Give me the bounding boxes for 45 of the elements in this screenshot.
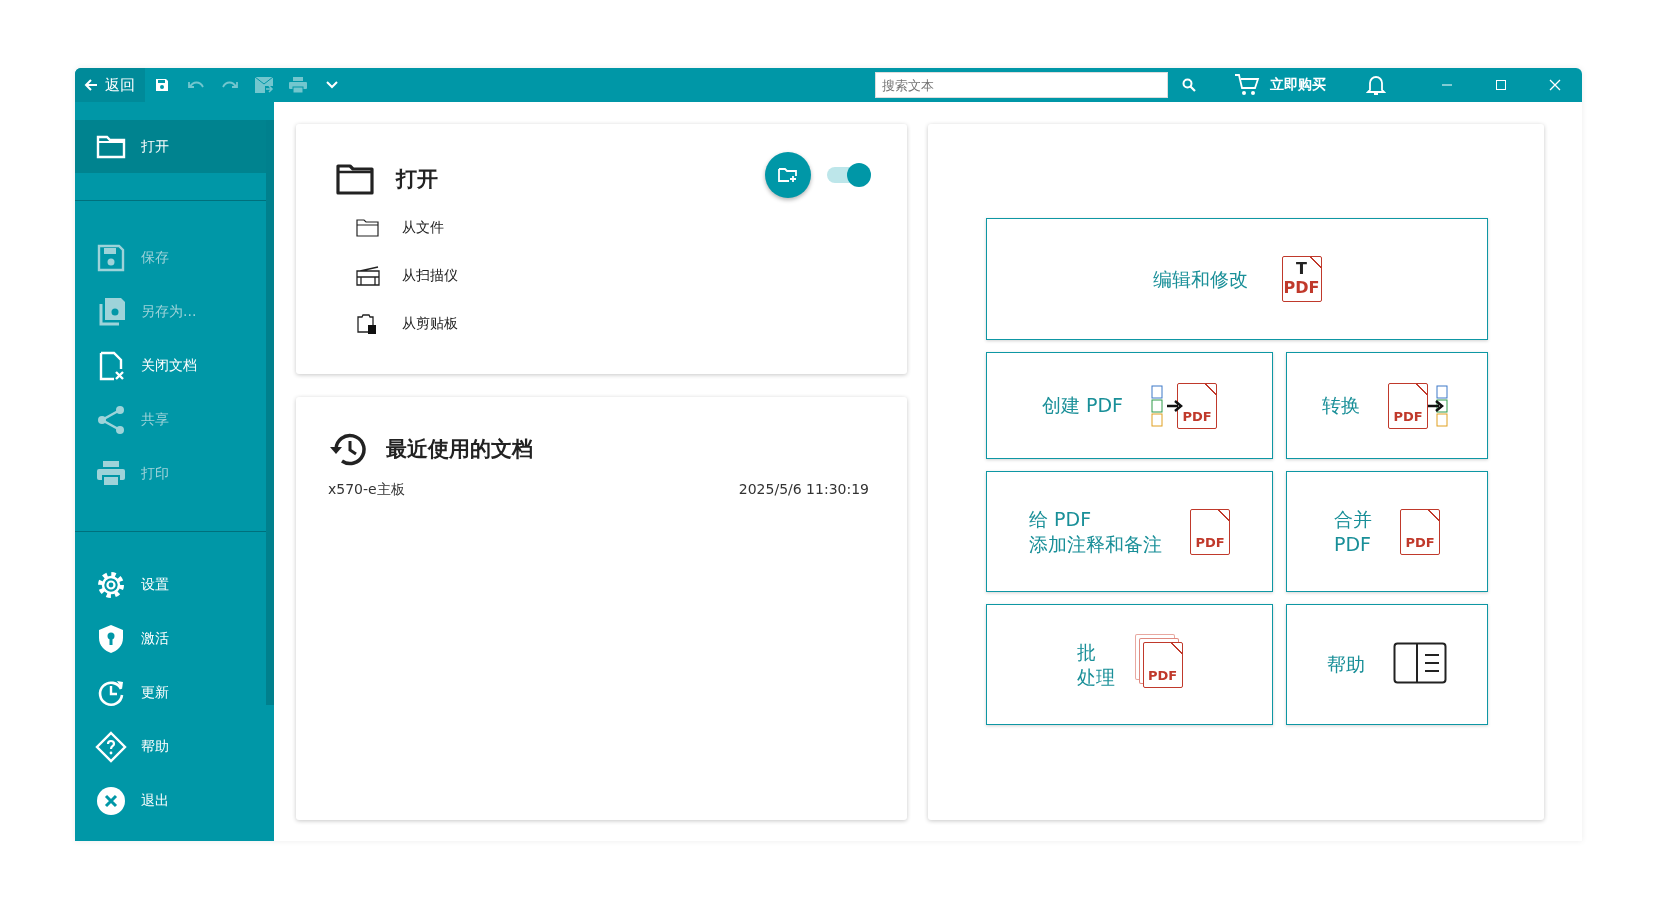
open-source-item[interactable]: 从剪贴板: [336, 300, 536, 348]
sidebar-item[interactable]: 激活: [75, 612, 266, 666]
pdf-file-icon: PDF: [1400, 508, 1440, 555]
open-source-item[interactable]: 从扫描仪: [336, 252, 536, 300]
sidebar-item[interactable]: 更新: [75, 666, 266, 720]
folder-plus-icon: [778, 167, 798, 183]
pdf-file-icon: T PDF: [1281, 256, 1322, 302]
sidebar-item[interactable]: 设置: [75, 558, 266, 612]
history-icon: [328, 431, 368, 467]
share-icon: [95, 404, 127, 436]
document-name[interactable]: x570-e主板: [328, 481, 405, 499]
cart-icon[interactable]: [1234, 73, 1260, 97]
pdf-file-icon: PDF: [1190, 508, 1230, 555]
folder-icon: [336, 163, 374, 195]
save-icon: [95, 242, 127, 274]
x-circle-icon: [95, 785, 127, 817]
sidebar-item[interactable]: 关闭文档: [75, 339, 266, 393]
sidebar-item[interactable]: 退出: [75, 774, 266, 828]
search-icon[interactable]: [1182, 78, 1196, 92]
panel-title: 最近使用的文档: [386, 436, 533, 463]
action-tile[interactable]: 编辑和修改 T PDF: [986, 218, 1488, 340]
open-source-item[interactable]: 从文件: [336, 204, 536, 252]
sidebar-item[interactable]: 帮助: [75, 720, 266, 774]
back-arrow-icon: [83, 77, 99, 93]
action-tile[interactable]: 创建 PDF PDF: [986, 352, 1273, 459]
action-tile[interactable]: 帮助: [1286, 604, 1488, 725]
document-date: 2025/5/6 11:30:19: [738, 481, 869, 499]
action-tile[interactable]: 给 PDF 添加注释和备注 PDF: [986, 471, 1273, 592]
action-tile[interactable]: 转换 PDF: [1286, 352, 1488, 459]
add-folder-button[interactable]: [765, 152, 811, 198]
help-icon: [95, 731, 127, 763]
maximize-icon[interactable]: [1495, 79, 1507, 91]
action-tile[interactable]: 批 处理 PDF: [986, 604, 1273, 725]
bell-icon[interactable]: [1366, 74, 1386, 96]
settings-icon: [95, 569, 127, 601]
panel-title: 打开: [396, 166, 438, 193]
buy-now-link[interactable]: 立即购买: [1270, 76, 1326, 94]
scanner-icon: [356, 265, 380, 287]
scrollbar[interactable]: [266, 120, 274, 705]
sidebar-item[interactable]: 打开: [75, 120, 266, 173]
close-icon[interactable]: [1549, 79, 1561, 91]
action-tile[interactable]: 合并 PDF PDF: [1286, 471, 1488, 592]
folder-icon: [356, 217, 380, 239]
search-field[interactable]: 搜索文本: [875, 72, 1168, 98]
back-button[interactable]: 返回: [75, 68, 145, 102]
